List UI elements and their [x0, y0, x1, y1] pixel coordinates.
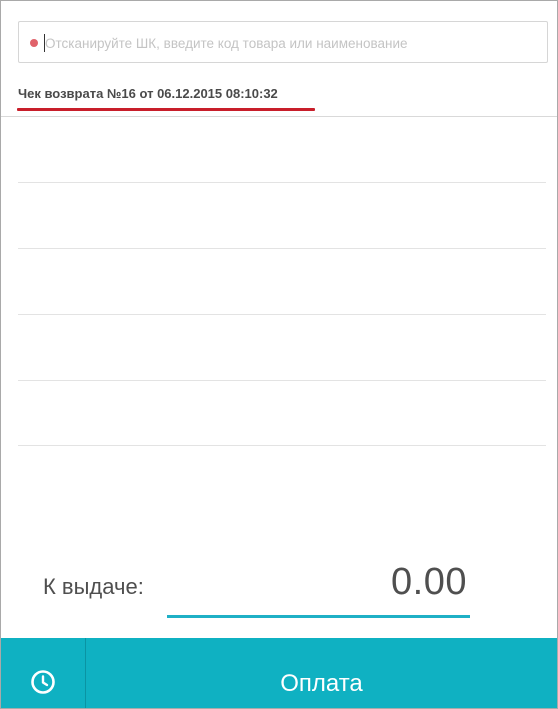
- list-row-divider: [18, 182, 546, 183]
- total-value: 0.00: [391, 561, 467, 603]
- footer-bar: Оплата: [1, 638, 557, 708]
- clock-icon: [31, 670, 55, 694]
- total-label: К выдаче:: [43, 574, 144, 599]
- header-divider: [1, 116, 557, 117]
- history-button[interactable]: [1, 638, 85, 708]
- list-row-divider: [18, 380, 546, 381]
- search-input[interactable]: [45, 30, 540, 56]
- total-underline: [167, 615, 470, 618]
- search-box[interactable]: [18, 21, 548, 63]
- receipt-title: Чек возврата №16 от 06.12.2015 08:10:32: [18, 86, 278, 101]
- pay-button-label: Оплата: [280, 670, 363, 697]
- list-row-divider: [18, 445, 546, 446]
- list-row-divider: [18, 248, 546, 249]
- list-row-divider: [18, 314, 546, 315]
- title-underline: [17, 108, 315, 111]
- scanner-status-dot: [30, 39, 38, 47]
- receipt-window: Чек возврата №16 от 06.12.2015 08:10:32 …: [0, 0, 558, 709]
- pay-button[interactable]: Оплата: [86, 638, 557, 708]
